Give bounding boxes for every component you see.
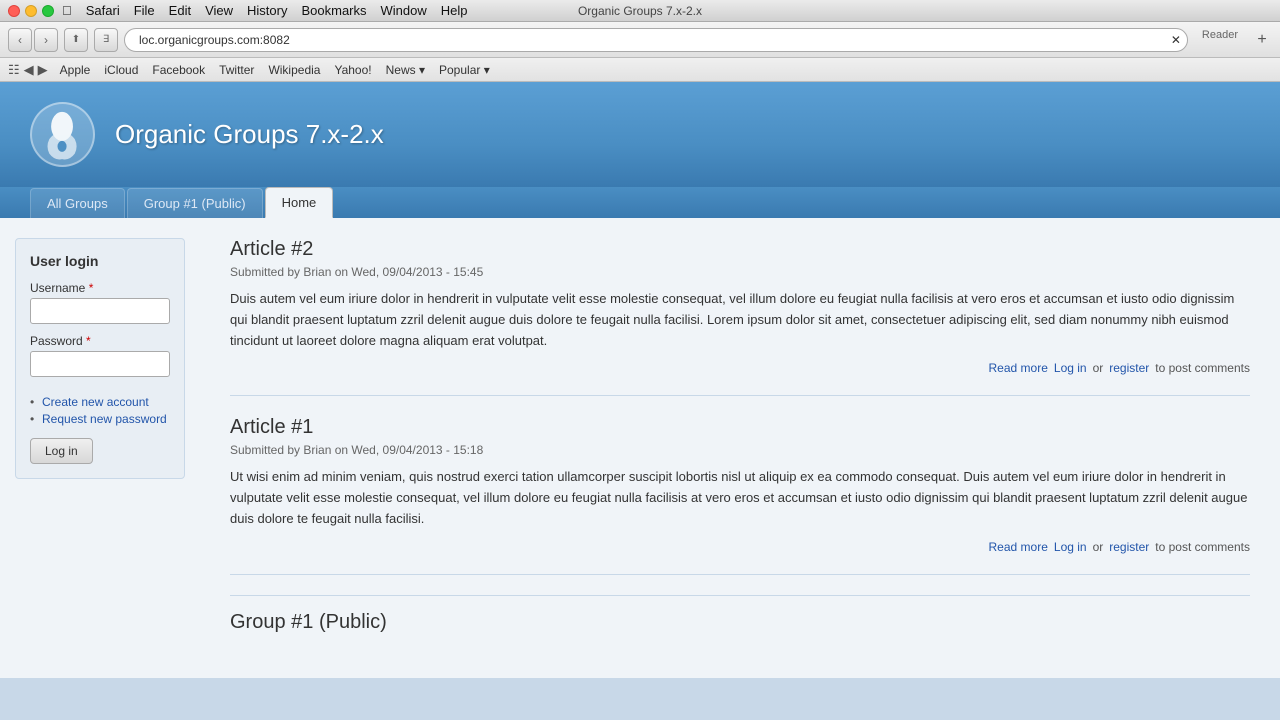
menu-bar:  Safari File Edit View History Bookmark… [62,3,468,18]
page-wrapper: Organic Groups 7.x-2.x All Groups Group … [0,82,1280,720]
bookmark-icloud[interactable]: iCloud [98,62,144,78]
back-button[interactable]: ‹ [8,28,32,52]
article-2-meta: Submitted by Brian on Wed, 09/04/2013 - … [230,265,1250,279]
article-2-footer: Read more Log in or register to post com… [230,361,1250,375]
site-header: Organic Groups 7.x-2.x [0,82,1280,187]
menu-view[interactable]: View [205,3,233,18]
menu-safari[interactable]: Safari [86,3,120,18]
menu-edit[interactable]: Edit [169,3,191,18]
site-title: Organic Groups 7.x-2.x [115,119,384,150]
close-button[interactable] [8,5,20,17]
article-1-body: Ut wisi enim ad minim veniam, quis nostr… [230,467,1250,529]
article-1-title: Article #1 [230,416,1250,439]
minimize-button[interactable] [25,5,37,17]
apple-menu[interactable]:  [62,3,72,18]
url-text: loc.organicgroups.com:8082 [139,33,290,47]
article-1-register[interactable]: register [1109,540,1149,554]
request-password-item: Request new password [30,412,170,426]
menu-history[interactable]: History [247,3,287,18]
username-input[interactable] [30,298,170,324]
new-tab-button[interactable]: + [1252,30,1272,50]
bookmark-apple[interactable]: Apple [54,62,97,78]
forward-icon-small[interactable]: ▶ [38,62,48,78]
maximize-button[interactable] [42,5,54,17]
article-2: Article #2 Submitted by Brian on Wed, 09… [230,238,1250,396]
article-2-post: to post comments [1155,361,1250,375]
bookmark-wikipedia[interactable]: Wikipedia [262,62,326,78]
title-bar:  Safari File Edit View History Bookmark… [0,0,1280,22]
article-2-login[interactable]: Log in [1054,361,1087,375]
article-2-register[interactable]: register [1109,361,1149,375]
request-password-link[interactable]: Request new password [42,412,167,426]
drupal-logo [30,102,95,167]
nav-tabs: All Groups Group #1 (Public) Home [0,187,1280,218]
window-title: Organic Groups 7.x-2.x [578,4,702,18]
bookmarks-bar: ☷ ◀ ▶ Apple iCloud Facebook Twitter Wiki… [0,58,1280,82]
clear-icon[interactable]: ✕ [1171,33,1181,47]
menu-bookmarks[interactable]: Bookmarks [301,3,366,18]
tab-group-public[interactable]: Group #1 (Public) [127,188,263,218]
main-content: User login Username * Password * Create … [0,218,1280,678]
grid-button[interactable]: ∃ [94,28,118,52]
username-label: Username * [30,281,170,295]
bookmark-news-dropdown[interactable]: News ▾ [380,62,431,78]
article-1-login[interactable]: Log in [1054,540,1087,554]
bookmark-yahoo[interactable]: Yahoo! [328,62,377,78]
password-input[interactable] [30,351,170,377]
bookmark-facebook[interactable]: Facebook [146,62,211,78]
password-required: * [83,334,91,348]
bookmark-popular-dropdown[interactable]: Popular ▾ [433,62,496,78]
login-button[interactable]: Log in [30,438,93,464]
menu-file[interactable]: File [134,3,155,18]
login-box: User login Username * Password * Create … [15,238,185,479]
bookmark-twitter[interactable]: Twitter [213,62,260,78]
article-2-or: or [1093,361,1104,375]
login-title: User login [30,253,170,269]
article-2-body: Duis autem vel eum iriure dolor in hendr… [230,289,1250,351]
login-links: Create new account Request new password [30,395,170,426]
share-button[interactable]: ⬆ [64,28,88,52]
article-1-post: to post comments [1155,540,1250,554]
reader-button[interactable]: Reader [1194,29,1246,51]
menu-help[interactable]: Help [441,3,468,18]
create-account-item: Create new account [30,395,170,409]
sidebar-icon[interactable]: ☷ [8,62,20,78]
menu-window[interactable]: Window [381,3,427,18]
address-bar[interactable]: loc.organicgroups.com:8082 ✕ [124,28,1188,52]
bookmark-icons: ☷ ◀ ▶ [8,62,48,78]
article-2-read-more[interactable]: Read more [989,361,1048,375]
article-1: Article #1 Submitted by Brian on Wed, 09… [230,416,1250,574]
articles-area: Article #2 Submitted by Brian on Wed, 09… [200,218,1280,678]
traffic-lights [8,5,54,17]
sidebar: User login Username * Password * Create … [0,218,200,678]
tab-all-groups[interactable]: All Groups [30,188,125,218]
article-1-footer: Read more Log in or register to post com… [230,540,1250,554]
password-label: Password * [30,334,170,348]
username-required: * [85,281,93,295]
article-1-meta: Submitted by Brian on Wed, 09/04/2013 - … [230,443,1250,457]
back-icon-small[interactable]: ◀ [24,62,34,78]
tab-home[interactable]: Home [265,187,334,218]
forward-button[interactable]: › [34,28,58,52]
partial-group-title: Group #1 (Public) [230,595,1250,634]
safari-toolbar: ‹ › ⬆ ∃ loc.organicgroups.com:8082 ✕ Rea… [0,22,1280,58]
article-1-or: or [1093,540,1104,554]
nav-buttons: ‹ › [8,28,58,52]
create-account-link[interactable]: Create new account [42,395,149,409]
article-1-read-more[interactable]: Read more [989,540,1048,554]
article-2-title: Article #2 [230,238,1250,261]
